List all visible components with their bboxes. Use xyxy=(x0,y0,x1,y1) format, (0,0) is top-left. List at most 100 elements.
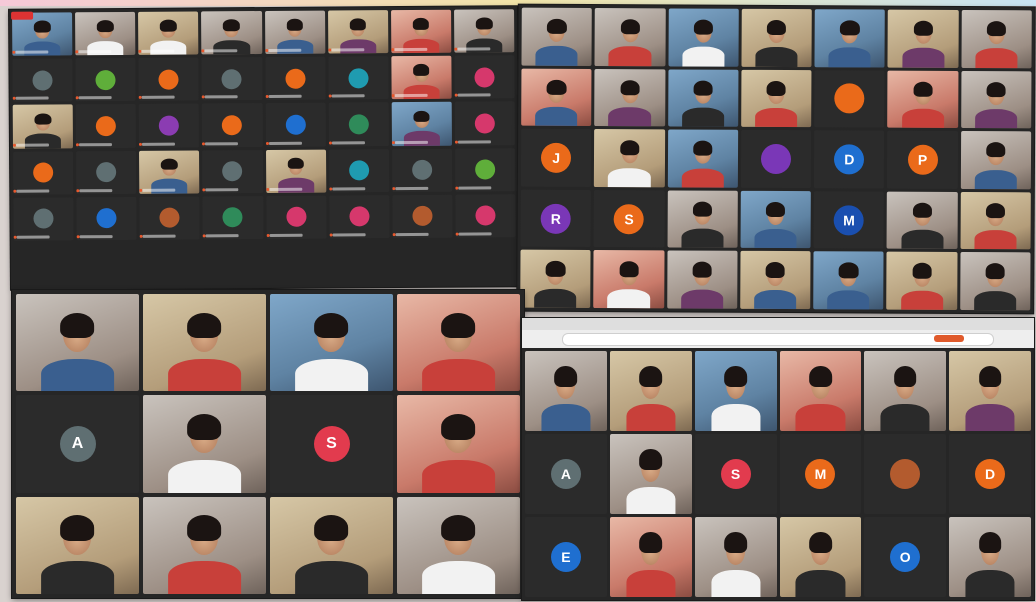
participant-video-tile[interactable] xyxy=(960,131,1032,190)
participant-video-tile[interactable] xyxy=(521,7,593,66)
participant-avatar-tile[interactable] xyxy=(202,149,263,194)
participant-avatar-tile[interactable]: J xyxy=(520,128,592,187)
participant-avatar-tile[interactable] xyxy=(202,103,263,147)
participant-video-tile[interactable] xyxy=(264,10,325,55)
participant-video-tile[interactable] xyxy=(960,191,1031,250)
participant-avatar-tile[interactable] xyxy=(13,196,74,241)
participant-avatar-tile[interactable] xyxy=(12,58,73,103)
participant-video-tile[interactable] xyxy=(16,496,139,594)
participant-video-tile[interactable] xyxy=(694,351,777,431)
participant-video-tile[interactable] xyxy=(594,8,666,67)
participant-video-tile[interactable] xyxy=(813,251,884,310)
participant-avatar-tile[interactable] xyxy=(265,195,327,239)
participant-video-tile[interactable] xyxy=(390,9,452,54)
participant-video-tile[interactable] xyxy=(864,351,947,431)
participant-video-tile[interactable] xyxy=(397,496,520,594)
participant-video-tile[interactable] xyxy=(886,191,958,250)
participant-video-tile[interactable] xyxy=(667,190,738,249)
participant-video-tile[interactable] xyxy=(741,69,812,128)
participant-avatar-tile[interactable] xyxy=(13,150,74,195)
participant-avatar-tile[interactable] xyxy=(75,58,136,102)
participant-video-tile[interactable] xyxy=(593,250,665,309)
participant-avatar-tile[interactable] xyxy=(454,147,516,192)
participant-avatar-tile[interactable] xyxy=(264,56,326,101)
participant-video-tile[interactable] xyxy=(75,11,136,56)
participant-video-tile[interactable] xyxy=(668,8,739,67)
participant-avatar-tile[interactable] xyxy=(202,195,264,240)
participant-avatar-tile[interactable]: D xyxy=(813,130,885,189)
participant-video-tile[interactable] xyxy=(609,351,692,431)
participant-avatar-tile[interactable] xyxy=(391,148,453,192)
participant-video-tile[interactable] xyxy=(453,9,515,53)
participant-video-tile[interactable] xyxy=(814,9,886,68)
participant-avatar-tile[interactable] xyxy=(454,101,515,146)
participant-video-tile[interactable] xyxy=(667,69,739,127)
participant-video-tile[interactable] xyxy=(143,294,266,392)
browser-tab-strip[interactable] xyxy=(522,318,1034,330)
participant-video-tile[interactable] xyxy=(391,102,452,146)
participant-video-tile[interactable] xyxy=(270,294,393,392)
participant-video-tile[interactable] xyxy=(949,351,1031,431)
participant-video-tile[interactable] xyxy=(270,496,393,594)
participant-video-tile[interactable] xyxy=(887,9,959,68)
participant-video-tile[interactable] xyxy=(265,149,326,193)
participant-video-tile[interactable] xyxy=(741,8,812,67)
participant-avatar-tile[interactable] xyxy=(454,55,515,99)
participant-video-tile[interactable] xyxy=(694,517,777,597)
participant-avatar-tile[interactable] xyxy=(392,194,453,238)
participant-avatar-tile[interactable] xyxy=(814,69,885,128)
participant-avatar-tile[interactable]: M xyxy=(779,434,862,514)
address-bar[interactable] xyxy=(562,333,994,346)
participant-video-tile[interactable] xyxy=(740,190,811,249)
participant-video-tile[interactable] xyxy=(887,70,959,129)
participant-video-tile[interactable] xyxy=(594,68,666,127)
participant-avatar-tile[interactable] xyxy=(138,103,200,148)
participant-video-tile[interactable] xyxy=(143,395,266,493)
participant-avatar-tile[interactable]: O xyxy=(864,517,947,597)
browser-toolbar[interactable] xyxy=(522,318,1034,348)
participant-avatar-tile[interactable] xyxy=(455,193,516,238)
participant-video-tile[interactable] xyxy=(667,129,738,188)
participant-video-tile[interactable] xyxy=(520,250,591,309)
participant-video-tile[interactable] xyxy=(779,517,862,597)
participant-video-tile[interactable] xyxy=(397,395,520,493)
participant-video-tile[interactable] xyxy=(609,434,692,514)
participant-video-tile[interactable] xyxy=(779,351,862,431)
participant-video-tile[interactable] xyxy=(397,294,520,392)
participant-avatar-tile[interactable]: M xyxy=(813,190,885,249)
participant-video-tile[interactable] xyxy=(521,68,592,127)
participant-video-tile[interactable] xyxy=(391,55,452,100)
participant-video-tile[interactable] xyxy=(960,70,1032,129)
participant-video-tile[interactable] xyxy=(886,251,958,310)
participant-avatar-tile[interactable] xyxy=(201,57,263,101)
participant-avatar-tile[interactable]: A xyxy=(16,395,139,493)
participant-video-tile[interactable] xyxy=(959,252,1031,311)
participant-avatar-tile[interactable]: P xyxy=(887,130,958,189)
participant-video-tile[interactable] xyxy=(949,517,1031,597)
participant-video-tile[interactable] xyxy=(961,9,1032,68)
participant-avatar-tile[interactable] xyxy=(76,150,137,194)
participant-video-tile[interactable] xyxy=(525,351,607,431)
participant-avatar-tile[interactable] xyxy=(328,194,390,239)
participant-video-tile[interactable] xyxy=(666,250,738,309)
participant-video-tile[interactable] xyxy=(594,129,665,188)
participant-video-tile[interactable] xyxy=(327,10,389,54)
participant-avatar-tile[interactable] xyxy=(265,102,326,147)
participant-avatar-tile[interactable] xyxy=(139,196,201,240)
participant-avatar-tile[interactable]: D xyxy=(949,434,1031,514)
participant-avatar-tile[interactable]: S xyxy=(694,434,777,514)
participant-avatar-tile[interactable] xyxy=(740,130,812,188)
participant-video-tile[interactable] xyxy=(16,294,139,392)
participant-avatar-tile[interactable]: E xyxy=(525,517,607,597)
participant-video-tile[interactable] xyxy=(12,104,74,149)
participant-avatar-tile[interactable] xyxy=(328,148,390,193)
participant-avatar-tile[interactable] xyxy=(864,434,947,514)
participant-avatar-tile[interactable]: A xyxy=(525,434,607,514)
participant-avatar-tile[interactable] xyxy=(328,102,389,147)
participant-video-tile[interactable] xyxy=(139,149,200,194)
participant-video-tile[interactable] xyxy=(201,11,262,55)
participant-avatar-tile[interactable]: R xyxy=(520,189,592,248)
participant-avatar-tile[interactable]: S xyxy=(593,189,665,248)
participant-video-tile[interactable] xyxy=(143,496,266,594)
participant-video-tile[interactable] xyxy=(138,11,199,56)
